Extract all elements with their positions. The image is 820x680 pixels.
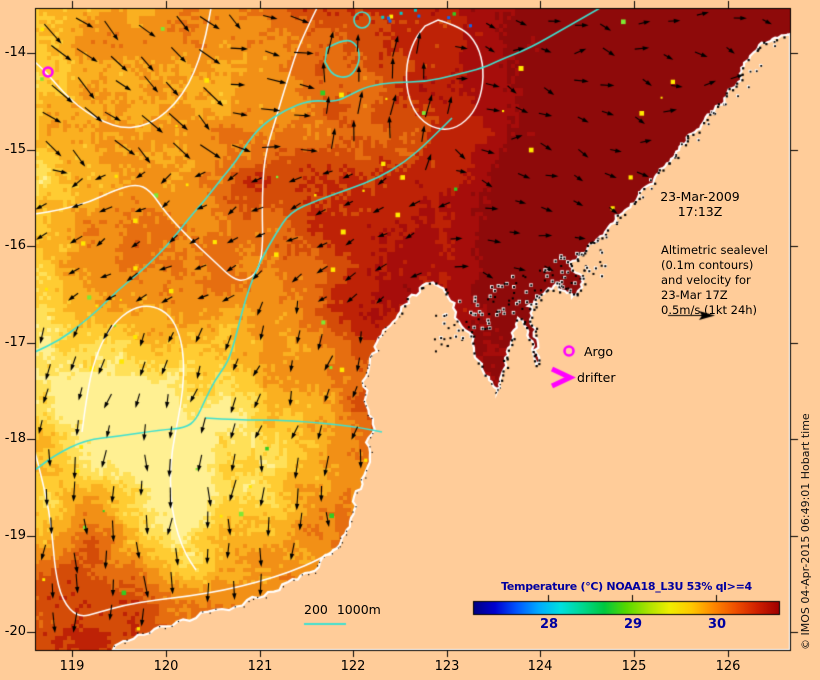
colorbar-title: Temperature (°C) NOAA18_L3U 53% ql>=4 bbox=[501, 580, 752, 593]
drifter-legend-label: drifter bbox=[577, 370, 616, 385]
lon-label: 121 bbox=[247, 659, 273, 674]
altimetric-note: Altimetric sealevel (0.1m contours) and … bbox=[661, 243, 768, 318]
copyright-stamp: © IMOS 04-Apr-2015 06:49:01 Hobart time bbox=[799, 413, 812, 650]
lat-label: -18 bbox=[4, 431, 26, 446]
altimetric-line: and velocity for bbox=[661, 273, 751, 287]
altimetric-line: 23-Mar 17Z bbox=[661, 288, 728, 302]
altimetric-line: 0.5m/s (1kt 24h) bbox=[661, 303, 758, 317]
colorbar-tick-label-30: 30 bbox=[707, 617, 727, 632]
lon-label: 124 bbox=[527, 659, 553, 674]
lon-label: 123 bbox=[434, 659, 460, 674]
lon-label: 122 bbox=[340, 659, 366, 674]
lat-label: -15 bbox=[4, 142, 26, 157]
altimetric-line: Altimetric sealevel bbox=[661, 243, 768, 257]
lon-label: 126 bbox=[715, 659, 741, 674]
imos-sst-map-figure: { "title_block": { "date": "23-Mar-2009"… bbox=[0, 0, 820, 680]
lat-label: -17 bbox=[4, 335, 26, 350]
colorbar-tick-label-29: 29 bbox=[623, 617, 643, 632]
depth-contour-scale-label: 200 1000m bbox=[304, 602, 381, 617]
altimetric-line: (0.1m contours) bbox=[661, 258, 754, 272]
date-label: 23-Mar-2009 bbox=[660, 189, 740, 204]
lat-label: -16 bbox=[4, 238, 26, 253]
lon-label: 119 bbox=[59, 659, 85, 674]
lon-label: 120 bbox=[153, 659, 179, 674]
sst-map-canvas bbox=[0, 0, 820, 680]
time-label: 17:13Z bbox=[677, 204, 723, 219]
lat-label: -19 bbox=[4, 528, 26, 543]
lon-label: 125 bbox=[621, 659, 647, 674]
lat-label: -14 bbox=[4, 45, 26, 60]
colorbar-tick-label-28: 28 bbox=[539, 617, 559, 632]
argo-legend-label: Argo bbox=[584, 344, 614, 359]
timestamp-annotation: 23-Mar-2009 17:13Z bbox=[640, 189, 760, 219]
lat-label: -20 bbox=[4, 624, 26, 639]
